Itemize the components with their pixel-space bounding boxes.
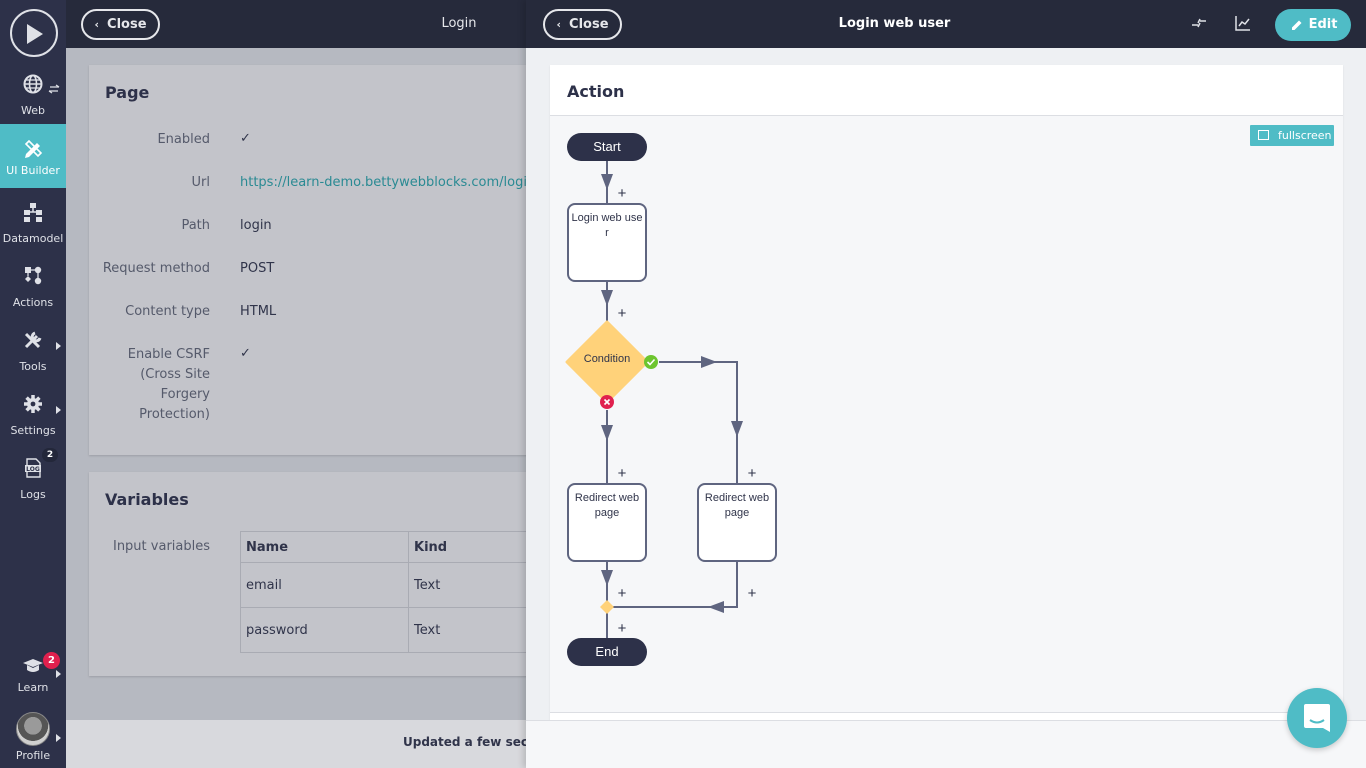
sidebar-item-ui-builder[interactable]: UI Builder xyxy=(0,124,66,188)
sidebar-item-label: UI Builder xyxy=(6,164,60,177)
fullscreen-button[interactable]: fullscreen xyxy=(1250,125,1334,146)
avatar[interactable] xyxy=(16,712,50,746)
chat-button[interactable] xyxy=(1287,688,1347,748)
field-label: Enable CSRF (Cross Site Forgery Protecti… xyxy=(127,347,210,422)
field-label: Content type xyxy=(125,304,210,319)
sidebar-item-datamodel[interactable]: Datamodel xyxy=(0,192,66,256)
enabled-value: ✓ xyxy=(240,131,251,146)
card-title: Action xyxy=(567,82,625,101)
sidebar-item-label: Web xyxy=(21,104,45,117)
action-header: ‹ Close Login web user Edit xyxy=(526,0,1366,48)
sidebar-item-tools[interactable]: Tools xyxy=(0,320,66,384)
tools-icon xyxy=(24,331,42,349)
chat-icon xyxy=(1304,704,1330,732)
datamodel-icon xyxy=(24,203,42,222)
card-title: Page xyxy=(105,83,150,102)
sidebar-item-logs[interactable]: 2 LOG Logs xyxy=(0,448,66,512)
variable-name: email xyxy=(240,562,409,608)
column-header: Name xyxy=(240,531,409,563)
csrf-value: ✓ xyxy=(240,346,251,361)
pencil-ruler-icon xyxy=(24,140,43,158)
variable-kind: Text xyxy=(408,607,526,653)
sidebar-item-actions[interactable]: Actions xyxy=(0,256,66,320)
chevron-right-icon xyxy=(56,670,61,678)
flow-canvas[interactable]: fullscreen xyxy=(550,115,1343,713)
variable-name: password xyxy=(240,607,409,653)
field-label: Input variables xyxy=(112,539,210,554)
logs-badge: 2 xyxy=(42,448,58,462)
sidebar-item-web[interactable]: Web xyxy=(0,64,66,128)
compare-icon[interactable] xyxy=(1190,14,1208,32)
chevron-right-icon xyxy=(56,342,61,350)
action-title: Login web user xyxy=(838,16,951,31)
sidebar-item-label: Settings xyxy=(10,424,56,437)
table-row[interactable]: password Text xyxy=(240,607,526,653)
field-label: Request method xyxy=(102,261,210,276)
play-button[interactable] xyxy=(10,9,58,57)
sidebar-item-label: Learn xyxy=(17,681,49,694)
page-card: Page Enabled ✓ Url https://learn-demo.be… xyxy=(89,65,526,455)
url-link[interactable]: https://learn-demo.bettywebblocks.com/lo… xyxy=(240,173,526,193)
content-type-value: HTML xyxy=(240,304,277,319)
sidebar-item-learn[interactable]: 2 Learn xyxy=(0,644,66,708)
globe-icon xyxy=(23,74,43,94)
sidebar-item-settings[interactable]: Settings xyxy=(0,384,66,448)
column-header: Kind xyxy=(408,531,526,563)
sidebar-item-label: Actions xyxy=(12,296,54,309)
variables-card: Variables Input variables Name Kind emai… xyxy=(89,472,526,676)
field-label: Path xyxy=(181,218,210,233)
pencil-icon xyxy=(1292,20,1302,30)
learn-badge: 2 xyxy=(43,652,60,669)
table-header: Name Kind xyxy=(240,531,526,563)
svg-text:LOG: LOG xyxy=(26,466,40,473)
sidebar-item-label: Tools xyxy=(19,360,47,373)
action-card: Action fullscreen xyxy=(550,65,1343,725)
request-method-value: POST xyxy=(240,261,275,276)
table-row[interactable]: email Text xyxy=(240,562,526,608)
play-icon xyxy=(27,24,43,44)
graduation-cap-icon xyxy=(23,659,43,672)
chart-icon[interactable] xyxy=(1234,14,1252,32)
sidebar-item-label: Profile xyxy=(15,749,51,762)
actions-icon xyxy=(25,266,42,285)
action-panel: ‹ Close Login web user Edit Action fullsc… xyxy=(526,0,1366,768)
log-icon: LOG xyxy=(25,458,41,478)
chevron-right-icon xyxy=(56,406,61,414)
bottom-strip xyxy=(526,720,1366,768)
switch-icon xyxy=(48,84,60,94)
field-label: Url xyxy=(191,175,210,190)
variable-kind: Text xyxy=(408,562,526,608)
sidebar-item-label: Datamodel xyxy=(2,232,64,245)
page-details: Page Enabled ✓ Url https://learn-demo.be… xyxy=(66,48,526,720)
status-bar: Updated a few seconds ago xyxy=(66,720,590,768)
chevron-right-icon xyxy=(56,734,61,742)
path-value: login xyxy=(240,218,272,233)
field-label: Enabled xyxy=(157,132,210,147)
sidebar-item-label: Logs xyxy=(20,488,46,501)
edit-button[interactable]: Edit xyxy=(1275,9,1351,41)
gear-icon xyxy=(24,395,42,413)
fullscreen-icon xyxy=(1258,130,1269,140)
card-title: Variables xyxy=(105,490,189,509)
sidebar: Web UI Builder Datamodel Actions Tools S… xyxy=(0,0,66,768)
input-variables-table: Name Kind email Text password Text xyxy=(240,531,526,653)
